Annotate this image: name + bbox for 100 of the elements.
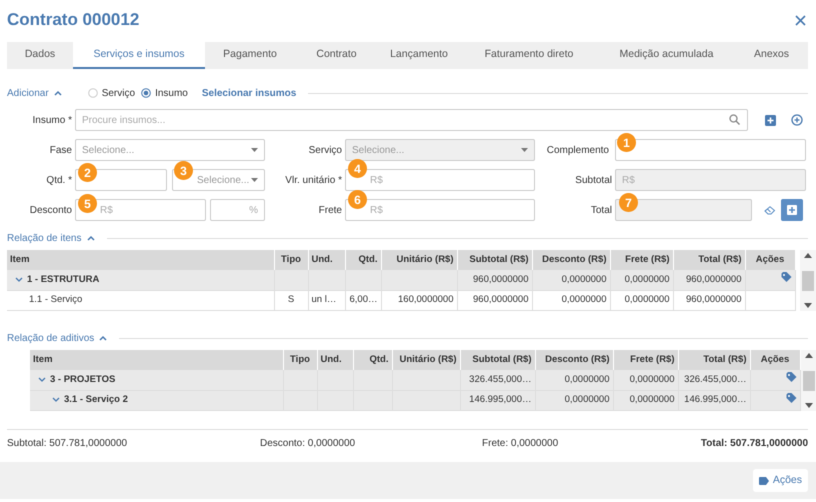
column-header: Subtotal (R$) xyxy=(472,354,532,365)
table-cell: 0,0000000 xyxy=(630,394,674,406)
step-marker: 3 xyxy=(174,161,193,180)
table-cell: 160,0000000 xyxy=(398,294,454,306)
table-cell: 146.995,000… xyxy=(684,394,746,406)
field-label: Desconto xyxy=(28,204,73,218)
summary-total: Frete: 0,0000000 xyxy=(482,438,558,449)
window-title: Contrato 000012 xyxy=(7,10,140,31)
tag-icon[interactable] xyxy=(780,272,792,282)
tag-icon xyxy=(758,476,769,484)
add-button[interactable] xyxy=(781,199,803,221)
column-header: Total (R$) xyxy=(703,354,746,365)
column-header: Item xyxy=(10,254,30,265)
tab[interactable]: Medição acumulada xyxy=(598,42,735,69)
table-cell: 960,0000000 xyxy=(473,294,528,306)
field-label: Complemento xyxy=(546,144,610,158)
scroll-up-icon[interactable] xyxy=(804,353,812,358)
phase-select[interactable]: Selecione... xyxy=(75,139,265,161)
tab[interactable]: Dados xyxy=(7,42,73,69)
tab[interactable]: Lançamento xyxy=(378,42,460,69)
select-link[interactable]: Selecionar insumos xyxy=(202,86,296,100)
summary-total: Total: 507.781,0000000 xyxy=(700,438,808,449)
summary-total: Desconto: 0,0000000 xyxy=(260,438,356,449)
group-label: 3 - PROJETOS xyxy=(50,372,116,387)
table-cell: 0,0000000 xyxy=(564,374,610,385)
table-cell: 326.455,000… xyxy=(469,374,532,385)
column-header: Und. xyxy=(312,254,333,265)
field-label: Total xyxy=(590,204,613,218)
field-label: Fase xyxy=(48,144,73,158)
plus-icon xyxy=(787,205,797,215)
close-button[interactable] xyxy=(795,15,806,26)
section-toggle[interactable]: Relação de itens xyxy=(7,230,94,246)
column-header: Desconto (R$) xyxy=(545,354,610,365)
search-icon[interactable] xyxy=(729,114,740,125)
field-label: Insumo * xyxy=(32,114,73,128)
actions-button[interactable]: Ações xyxy=(752,468,808,492)
scrollbar[interactable] xyxy=(800,250,816,311)
quantity-field[interactable] xyxy=(75,169,167,191)
discount-percent-field[interactable]: % xyxy=(210,199,265,221)
group-label: 1 - ESTRUTURA xyxy=(27,272,100,287)
chevron-icon[interactable] xyxy=(15,276,23,283)
caret-icon xyxy=(251,178,258,182)
radio-label: Serviço xyxy=(102,86,136,100)
step-marker: 1 xyxy=(617,133,636,152)
column-header: Unitário (R$) xyxy=(396,254,454,265)
section-toggle[interactable]: Relação de aditivos xyxy=(7,330,108,346)
table-cell: 960,0000000 xyxy=(686,274,742,285)
tab[interactable]: Serviços e insumos xyxy=(73,42,205,69)
tag-icon[interactable] xyxy=(786,392,796,403)
column-header: Total (R$) xyxy=(698,254,742,265)
scroll-down-icon[interactable] xyxy=(804,303,812,308)
column-header: Tipo xyxy=(290,354,310,365)
field-label: Serviço xyxy=(308,144,343,158)
tab[interactable]: Pagamento xyxy=(205,42,295,69)
eraser-icon[interactable] xyxy=(764,206,776,214)
complement-field[interactable] xyxy=(615,139,806,161)
tab[interactable]: Anexos xyxy=(735,42,808,69)
column-header: Qtd. xyxy=(358,254,378,265)
table-cell: un l… xyxy=(312,294,336,306)
field-label: Vlr. unitário * xyxy=(284,174,343,188)
tab[interactable]: Faturamento direto xyxy=(460,42,598,69)
table-cell: 6,00… xyxy=(350,294,378,306)
scroll-down-icon[interactable] xyxy=(804,403,812,408)
group-label: 3.1 - Serviço 2 xyxy=(64,393,128,408)
column-header: Subtotal (R$) xyxy=(469,254,528,265)
section-toggle[interactable]: Adicionar xyxy=(7,86,62,100)
field-label: Frete xyxy=(318,204,343,218)
item-label: 1.1 - Serviço xyxy=(29,293,82,308)
tag-icon[interactable] xyxy=(786,372,796,382)
search-field[interactable]: Procure insumos... xyxy=(75,109,748,131)
column-header: Ações xyxy=(756,254,784,265)
table-cell: 960,0000000 xyxy=(686,294,742,306)
radio-button[interactable] xyxy=(141,88,152,98)
scroll-up-icon[interactable] xyxy=(804,253,812,258)
column-header: Ações xyxy=(760,354,790,365)
add-icon[interactable] xyxy=(765,114,776,126)
scrollbar[interactable] xyxy=(800,350,816,411)
tab[interactable]: Contrato xyxy=(295,42,378,69)
step-marker: 2 xyxy=(78,163,97,182)
column-header: Unitário (R$) xyxy=(400,354,456,365)
table-cell: 0,0000000 xyxy=(564,394,610,406)
column-header: Frete (R$) xyxy=(625,254,670,265)
field-label: Subtotal xyxy=(574,174,613,188)
column-header: Qtd. xyxy=(370,354,388,365)
column-header: Item xyxy=(33,354,53,365)
radio-button[interactable] xyxy=(88,88,98,98)
column-header: Und. xyxy=(320,354,342,365)
caret-icon xyxy=(521,148,528,152)
chevron-icon[interactable] xyxy=(52,397,60,404)
chevron-icon[interactable] xyxy=(38,376,46,383)
summary-total: Subtotal: 507.781,0000000 xyxy=(7,438,128,449)
table-cell: 0,0000000 xyxy=(630,374,674,385)
column-header: Desconto (R$) xyxy=(542,254,606,265)
table-cell: S xyxy=(288,294,294,306)
table-cell: 0,0000000 xyxy=(562,274,606,285)
column-header: Frete (R$) xyxy=(630,354,674,365)
caret-icon xyxy=(251,148,258,152)
add-circle-icon[interactable] xyxy=(791,114,803,126)
table-cell: 326.455,000… xyxy=(684,374,746,385)
step-marker: 7 xyxy=(619,193,638,212)
